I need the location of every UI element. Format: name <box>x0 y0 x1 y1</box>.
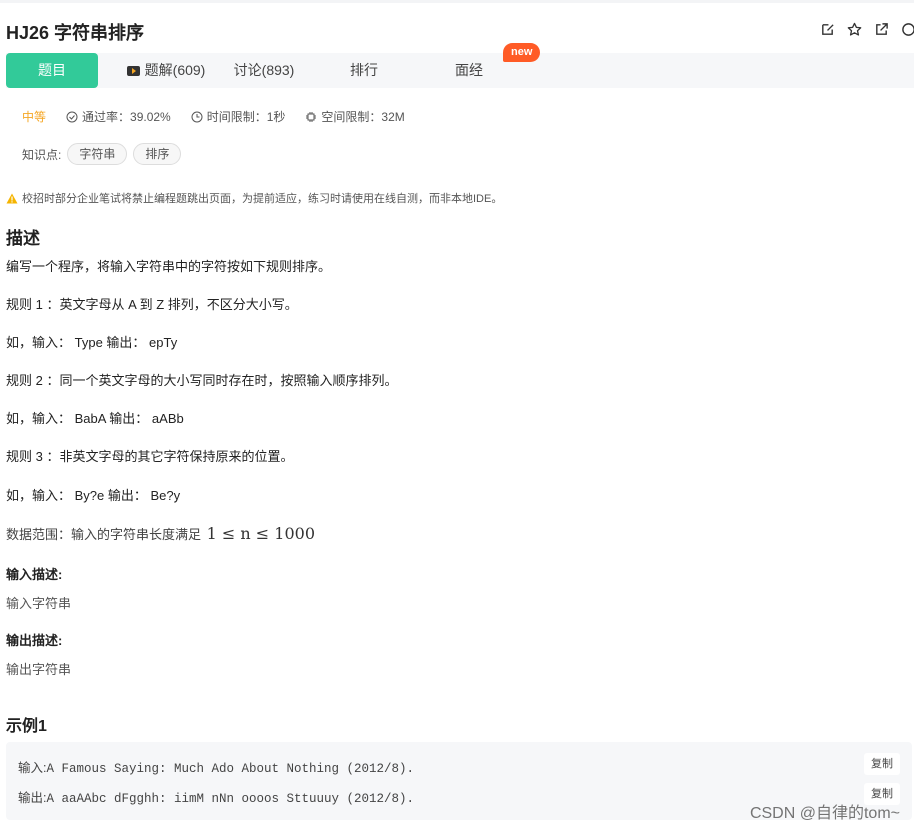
tab-bar: 题目 题解(609) 讨论(893) 排行 面经 <box>6 53 914 88</box>
knowledge-label: 知识点: <box>22 147 62 162</box>
description-line: 如，输入： BabA 输出： aABb <box>6 411 184 426</box>
new-badge: new <box>503 43 541 62</box>
page-title: HJ26 字符串排序 <box>6 23 145 43</box>
tab-interview[interactable]: 面经 <box>439 53 499 88</box>
chip-icon <box>306 111 317 122</box>
problem-page: HJ26 字符串排序 题目 题解(609) 讨论(893) 排行 面经 new … <box>0 0 914 828</box>
pass-rate-text: 通过率：39.02% <box>82 110 171 124</box>
notice-text: 校招时部分企业笔试将禁止编程题跳出页面，为提前适应，练习时请使用在线自测，而非本… <box>22 193 503 205</box>
tab-discussion[interactable]: 讨论(893) <box>224 53 304 88</box>
difficulty-badge: 中等 <box>22 110 47 124</box>
tab-problem[interactable]: 题目 <box>6 53 98 88</box>
description-line: 如，输入： By?e 输出： Be?y <box>6 488 181 503</box>
tab-solutions-label: 题解(609) <box>144 62 206 78</box>
tab-ranking[interactable]: 排行 <box>334 53 394 88</box>
pass-rate: 通过率：39.02% <box>66 108 171 125</box>
example-input: 输入:A Famous Saying: Much Ado About Nothi… <box>18 757 414 776</box>
copy-input-button[interactable]: 复制 <box>864 753 900 775</box>
description-heading: 描述 <box>6 229 40 248</box>
example-output-label: 输出: <box>18 791 47 805</box>
notice-banner: 校招时部分企业笔试将禁止编程题跳出页面，为提前适应，练习时请使用在线自测，而非本… <box>6 190 502 206</box>
clock-icon <box>191 111 203 122</box>
description-line: 规则 1 ：英文字母从 A 到 Z 排列，不区分大小写。 <box>6 297 298 312</box>
more-icon[interactable] <box>901 22 914 37</box>
star-icon[interactable] <box>847 22 862 37</box>
description-line: 编写一个程序，将输入字符串中的字符按如下规则排序。 <box>6 259 332 274</box>
top-divider <box>0 0 914 3</box>
space-limit: 空间限制：32M <box>305 108 405 125</box>
space-limit-text: 空间限制：32M <box>321 110 405 124</box>
description-line: 规则 2 ：同一个英文字母的大小写同时存在时，按照输入顺序排列。 <box>6 373 398 388</box>
input-desc-text: 输入字符串 <box>6 596 72 611</box>
video-icon <box>126 66 140 76</box>
input-desc-heading: 输入描述: <box>6 567 63 582</box>
tab-solutions[interactable]: 题解(609) <box>116 53 216 88</box>
share-icon[interactable] <box>874 22 889 37</box>
time-limit-text: 时间限制：1秒 <box>206 110 286 124</box>
description-line: 规则 3 ：非英文字母的其它字符保持原来的位置。 <box>6 449 294 464</box>
time-limit: 时间限制：1秒 <box>191 108 286 125</box>
example-input-value: A Famous Saying: Much Ado About Nothing … <box>46 762 415 776</box>
output-desc-text: 输出字符串 <box>6 662 72 677</box>
example-output-value: A aaAAbc dFgghh: iimM nNn oooos Sttuuuy … <box>46 792 415 806</box>
output-desc-heading: 输出描述: <box>6 633 63 648</box>
tag-sort[interactable]: 排序 <box>133 143 182 165</box>
data-range-label: 数据范围：输入的字符串长度满足 <box>6 527 202 542</box>
check-circle-icon <box>66 111 78 122</box>
knowledge-points: 知识点: 字符串 排序 <box>22 143 182 165</box>
problem-meta: 中等 通过率：39.02% 时间限制：1秒 空间限制：32M <box>22 108 425 125</box>
watermark: CSDN @自律的tom~ <box>749 805 900 822</box>
description-line: 如，输入： Type 输出： epTy <box>6 335 178 350</box>
warning-icon <box>6 193 18 203</box>
edit-icon[interactable] <box>820 22 835 37</box>
tag-string[interactable]: 字符串 <box>67 143 128 165</box>
data-range-formula: 1 ≤ n ≤ 1000 <box>206 524 315 543</box>
example-output: 输出:A aaAAbc dFgghh: iimM nNn oooos Sttuu… <box>18 787 414 806</box>
example-input-label: 输入: <box>18 761 47 775</box>
data-range: 数据范围：输入的字符串长度满足 1 ≤ n ≤ 1000 <box>6 524 315 543</box>
example-heading: 示例1 <box>6 718 47 735</box>
title-actions <box>820 22 914 37</box>
